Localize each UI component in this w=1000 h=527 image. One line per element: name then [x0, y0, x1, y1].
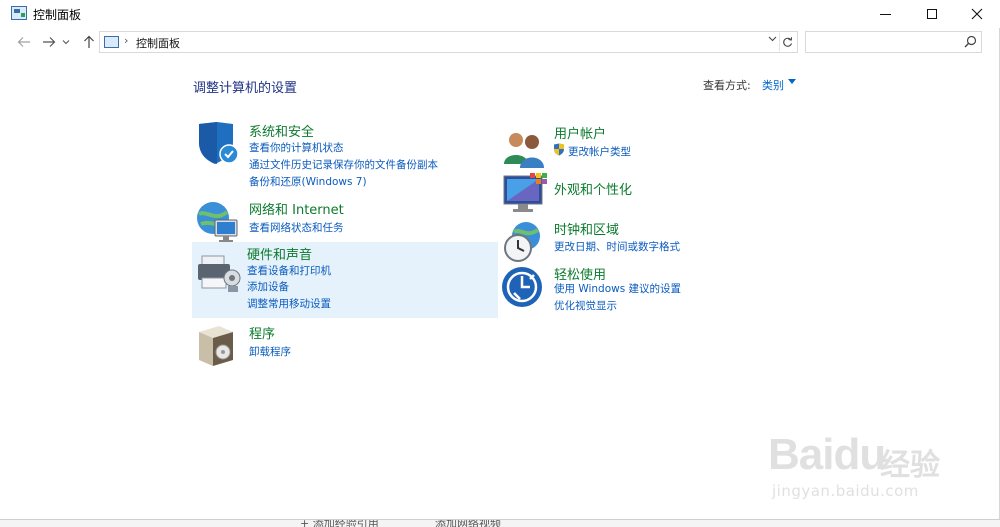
maximize-icon	[927, 9, 937, 19]
chevron-down-icon[interactable]	[788, 79, 796, 84]
breadcrumb-separator: ›	[124, 34, 129, 47]
forward-button[interactable]	[40, 32, 58, 52]
link-backup-restore[interactable]: 备份和还原(Windows 7)	[249, 174, 367, 189]
background-add-video: 添加网络视频	[435, 519, 501, 527]
category-system-security: 系统和安全 查看你的计算机状态 通过文件历史记录保存你的文件备份副本 备份和还原…	[193, 120, 499, 190]
title-bar: 控制面板	[0, 0, 1000, 28]
category-title[interactable]: 网络和 Internet	[249, 199, 344, 218]
window-title: 控制面板	[33, 8, 82, 22]
category-title[interactable]: 时钟和区域	[554, 219, 619, 238]
search-icon	[964, 35, 977, 48]
breadcrumb-control-panel[interactable]: 控制面板	[136, 35, 180, 51]
globe-network-icon[interactable]	[193, 198, 241, 246]
close-icon	[971, 8, 983, 20]
category-programs: 程序 卸载程序	[193, 322, 499, 366]
view-by-dropdown[interactable]: 类别	[762, 77, 784, 93]
background-page-strip: + 添加经验引用 添加网络视频	[0, 519, 1000, 527]
category-user-accounts: 用户帐户 更改帐户类型	[500, 122, 806, 168]
watermark-logo: Baidu	[768, 430, 886, 479]
link-network-status[interactable]: 查看网络状态和任务	[249, 220, 344, 235]
programs-box-icon[interactable]	[193, 322, 241, 370]
monitor-palette-icon[interactable]	[500, 170, 548, 218]
category-ease-of-access: 轻松使用 使用 Windows 建议的设置 优化视觉显示	[500, 263, 806, 313]
watermark-brand: 经验	[880, 448, 940, 483]
category-clock-region: 时钟和区域 更改日期、时间或数字格式	[500, 218, 806, 262]
chevron-down-icon	[768, 36, 777, 42]
view-by-label: 查看方式:	[703, 79, 751, 92]
watermark-url: jingyan.baidu.com	[772, 482, 919, 500]
link-view-computer-status[interactable]: 查看你的计算机状态	[249, 140, 344, 155]
users-icon[interactable]	[500, 126, 548, 174]
control-panel-icon	[104, 36, 119, 48]
link-optimize-visual-display[interactable]: 优化视觉显示	[554, 298, 617, 313]
category-title[interactable]: 程序	[249, 323, 275, 342]
link-windows-recommended-settings[interactable]: 使用 Windows 建议的设置	[554, 281, 681, 296]
up-button[interactable]	[80, 32, 98, 52]
forward-arrow-icon	[43, 37, 56, 47]
category-appearance: 外观和个性化	[500, 170, 806, 214]
baidu-jingyan-watermark: Baidu 经验 jingyan.baidu.com	[760, 420, 990, 510]
category-title[interactable]: 系统和安全	[249, 121, 314, 140]
category-network-internet: 网络和 Internet 查看网络状态和任务	[193, 198, 499, 242]
category-title[interactable]: 用户帐户	[554, 123, 606, 142]
close-button[interactable]	[954, 0, 1000, 28]
clock-globe-icon[interactable]	[500, 218, 548, 266]
link-change-account-type[interactable]: 更改帐户类型	[568, 144, 631, 159]
ease-of-access-icon[interactable]	[500, 263, 548, 311]
shield-icon[interactable]	[193, 120, 241, 168]
link-devices-printers[interactable]: 查看设备和打印机	[247, 263, 331, 278]
link-file-history-backup[interactable]: 通过文件历史记录保存你的文件备份副本	[249, 157, 438, 172]
control-panel-icon	[11, 6, 27, 20]
control-panel-window: 控制面板 › 控制面板 调整计算机的设置 查看方式: 类别 系统和安全 查看你的…	[0, 0, 1000, 519]
minimize-icon	[879, 13, 891, 15]
link-mobility-settings[interactable]: 调整常用移动设置	[247, 296, 331, 311]
minimize-button[interactable]	[862, 0, 908, 28]
chevron-down-icon	[62, 40, 70, 45]
category-title[interactable]: 外观和个性化	[554, 179, 632, 198]
up-arrow-icon	[84, 35, 94, 48]
maximize-button[interactable]	[909, 0, 955, 28]
search-input[interactable]	[805, 31, 982, 53]
page-title: 调整计算机的设置	[193, 81, 298, 96]
link-uninstall-program[interactable]: 卸载程序	[249, 344, 291, 359]
category-hardware-sound: 硬件和声音 查看设备和打印机 添加设备 调整常用移动设置	[192, 242, 498, 318]
navigation-bar: › 控制面板	[0, 28, 1000, 56]
background-add-reference: + 添加经验引用	[300, 519, 379, 527]
category-title[interactable]: 硬件和声音	[247, 244, 312, 263]
uac-shield-icon	[554, 143, 564, 156]
printer-icon[interactable]	[194, 248, 242, 296]
address-bar[interactable]: › 控制面板	[99, 31, 798, 53]
back-arrow-icon	[17, 37, 30, 47]
refresh-button[interactable]	[779, 33, 795, 51]
address-dropdown-button[interactable]	[768, 34, 777, 45]
link-add-device[interactable]: 添加设备	[247, 279, 289, 294]
refresh-icon	[783, 36, 793, 47]
link-date-time-format[interactable]: 更改日期、时间或数字格式	[554, 239, 680, 254]
back-button[interactable]	[15, 32, 33, 52]
recent-locations-button[interactable]	[60, 32, 72, 52]
